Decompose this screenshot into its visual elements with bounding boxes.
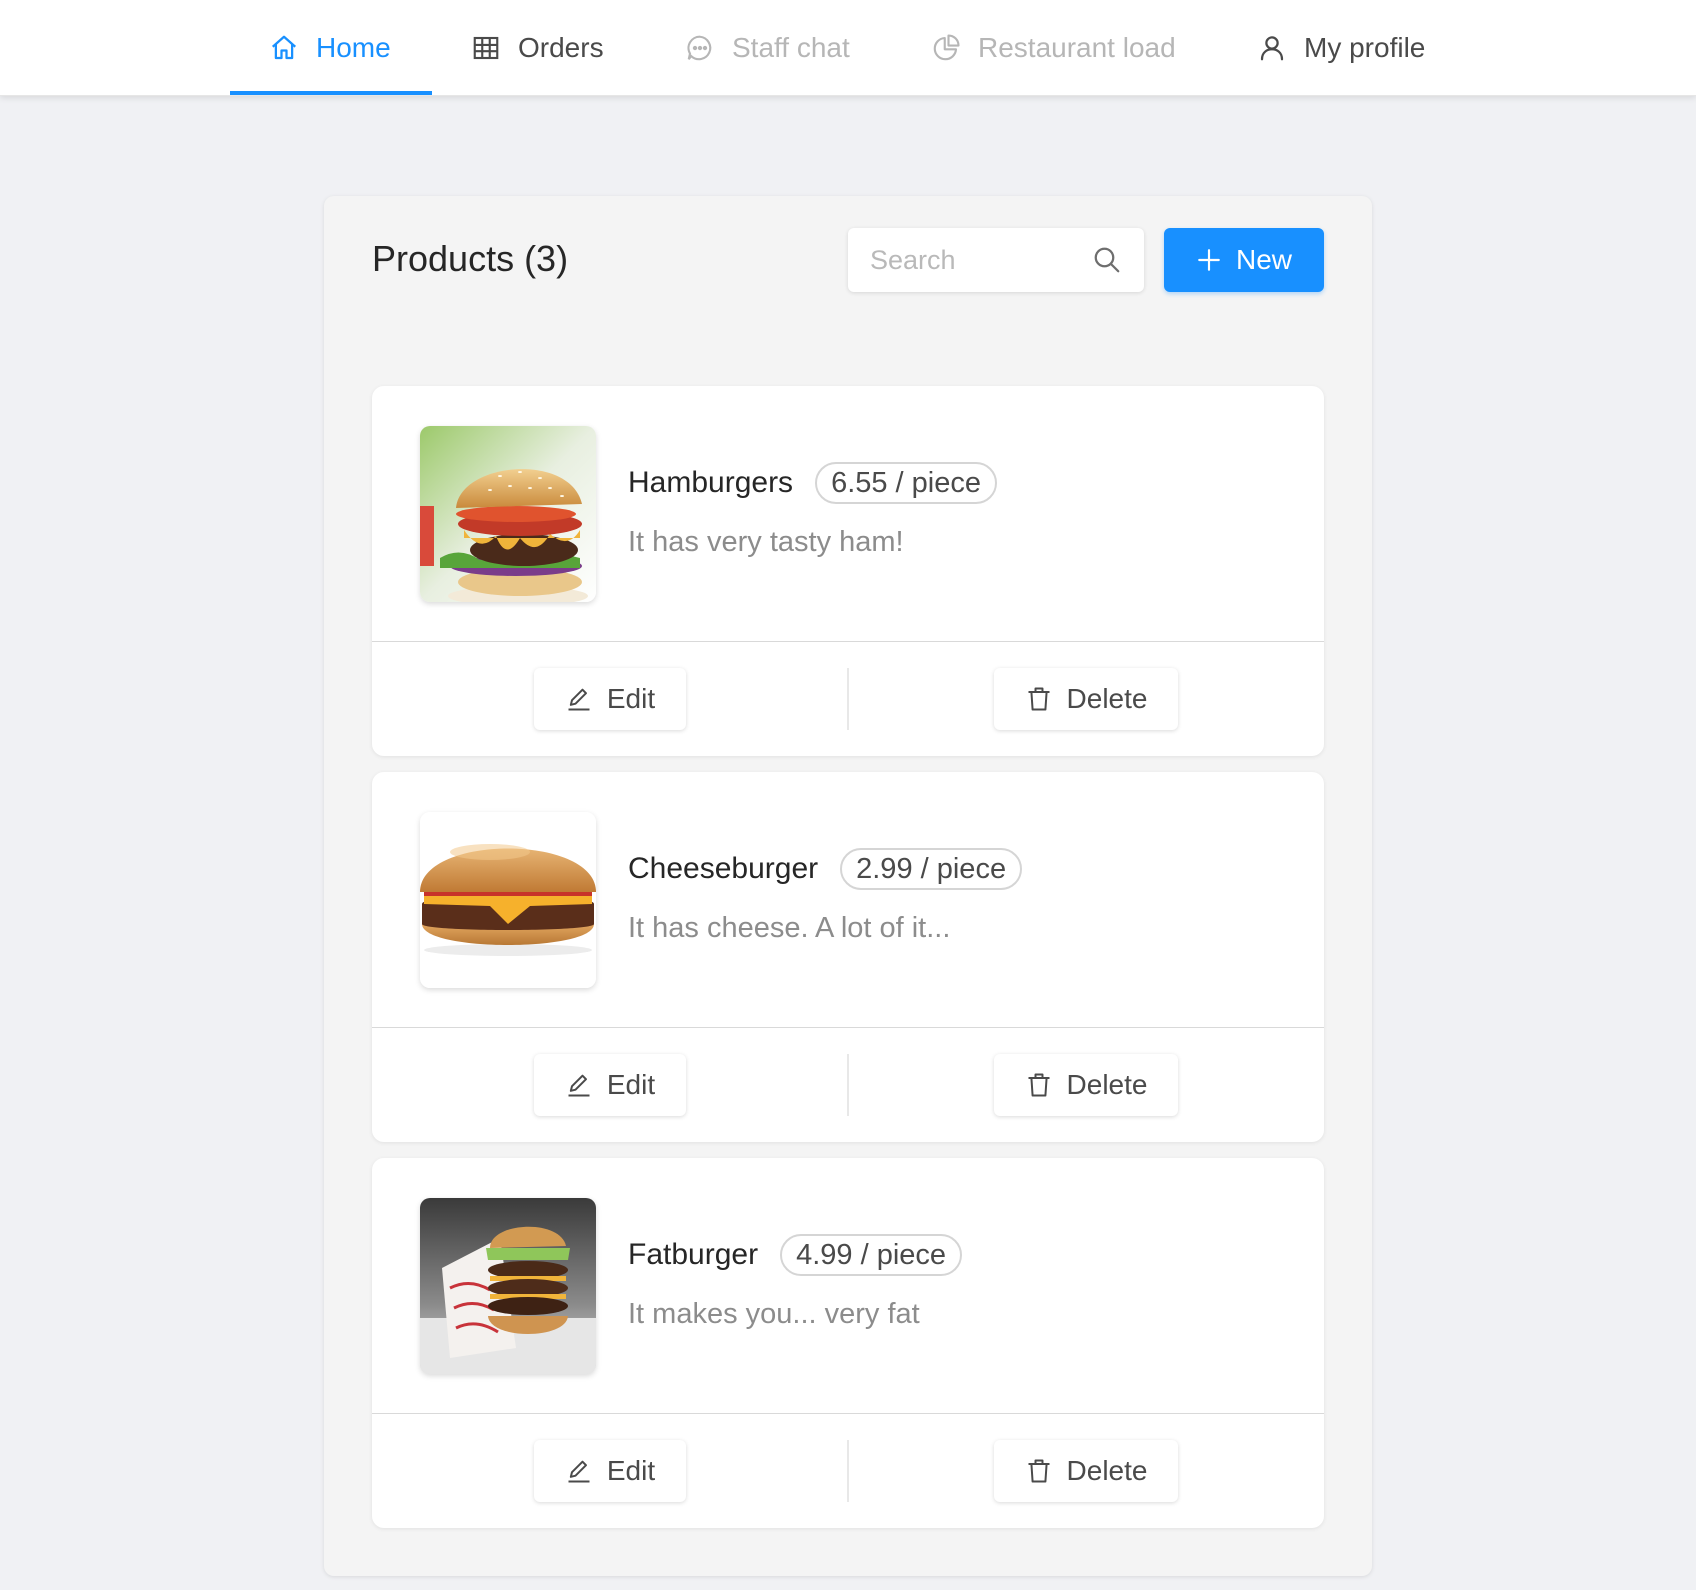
card-actions: Edit Delete xyxy=(372,642,1324,756)
price-tag: 4.99 / piece xyxy=(780,1234,963,1276)
product-card: Hamburgers 6.55 / piece It has very tast… xyxy=(372,386,1324,756)
product-card: Cheeseburger 2.99 / piece It has cheese.… xyxy=(372,772,1324,1142)
trash-icon xyxy=(1025,1457,1053,1485)
product-card: Fatburger 4.99 / piece It makes you... v… xyxy=(372,1158,1324,1528)
price-tag: 2.99 / piece xyxy=(840,848,1023,890)
nav-tab-label: Staff chat xyxy=(732,32,850,63)
search-input[interactable] xyxy=(870,244,1092,276)
product-name: Fatburger xyxy=(628,1238,759,1271)
page-title: Products (3) xyxy=(372,238,569,279)
edit-label: Edit xyxy=(606,1069,656,1100)
edit-button[interactable]: Edit xyxy=(534,1440,686,1502)
delete-label: Delete xyxy=(1066,1069,1148,1100)
fatburger-photo xyxy=(420,1198,596,1374)
cheeseburger-photo xyxy=(420,812,596,988)
edit-button[interactable]: Edit xyxy=(534,1054,686,1116)
product-card-body: Hamburgers 6.55 / piece It has very tast… xyxy=(372,386,1324,642)
trash-icon xyxy=(1025,685,1053,713)
product-title-row: Fatburger 4.99 / piece xyxy=(628,1234,963,1276)
action-divider xyxy=(847,668,849,730)
nav-tab-label: My profile xyxy=(1304,32,1426,63)
nav-tab-staff-chat[interactable]: Staff chat xyxy=(684,0,850,96)
chat-icon xyxy=(684,32,716,64)
price-tag: 6.55 / piece xyxy=(815,462,998,504)
trash-icon xyxy=(1025,1071,1053,1099)
product-card-body: Fatburger 4.99 / piece It makes you... v… xyxy=(372,1158,1324,1414)
nav-tab-label: Restaurant load xyxy=(978,32,1176,63)
plus-icon xyxy=(1196,247,1222,273)
card-actions: Edit Delete xyxy=(372,1414,1324,1528)
nav-tab-my-profile[interactable]: My profile xyxy=(1256,0,1425,96)
search-box[interactable] xyxy=(848,228,1144,292)
hamburger-photo xyxy=(420,426,596,602)
edit-icon xyxy=(565,1071,593,1099)
products-panel: Products (3) New xyxy=(324,196,1372,1576)
product-description: It has very tasty ham! xyxy=(628,526,904,558)
edit-icon xyxy=(565,1457,593,1485)
product-name: Hamburgers xyxy=(628,466,794,499)
home-icon xyxy=(268,32,300,64)
active-tab-indicator xyxy=(230,91,432,95)
top-nav: Home Orders Staff chat Restaurant load M… xyxy=(0,0,1696,96)
nav-tab-restaurant-load[interactable]: Restaurant load xyxy=(930,0,1176,96)
action-divider xyxy=(847,1440,849,1502)
product-title-row: Hamburgers 6.55 / piece xyxy=(628,462,998,504)
product-description: It makes you... very fat xyxy=(628,1298,920,1330)
pie-chart-icon xyxy=(930,32,962,64)
edit-label: Edit xyxy=(606,1455,656,1486)
nav-tab-label: Home xyxy=(316,32,391,63)
nav-tab-label: Orders xyxy=(518,32,604,63)
delete-button[interactable]: Delete xyxy=(994,668,1178,730)
table-icon xyxy=(470,32,502,64)
edit-button[interactable]: Edit xyxy=(534,668,686,730)
delete-button[interactable]: Delete xyxy=(994,1440,1178,1502)
new-product-button[interactable]: New xyxy=(1164,228,1324,292)
user-icon xyxy=(1256,32,1288,64)
delete-button[interactable]: Delete xyxy=(994,1054,1178,1116)
nav-tab-home[interactable]: Home xyxy=(268,0,391,96)
delete-label: Delete xyxy=(1066,1455,1148,1486)
product-title-row: Cheeseburger 2.99 / piece xyxy=(628,848,1023,890)
action-divider xyxy=(847,1054,849,1116)
product-description: It has cheese. A lot of it... xyxy=(628,912,951,944)
product-card-body: Cheeseburger 2.99 / piece It has cheese.… xyxy=(372,772,1324,1028)
delete-label: Delete xyxy=(1066,683,1148,714)
card-actions: Edit Delete xyxy=(372,1028,1324,1142)
edit-icon xyxy=(565,685,593,713)
search-icon[interactable] xyxy=(1092,245,1122,275)
edit-label: Edit xyxy=(606,683,656,714)
nav-tab-orders[interactable]: Orders xyxy=(470,0,604,96)
product-name: Cheeseburger xyxy=(628,852,819,885)
new-button-label: New xyxy=(1235,244,1292,275)
